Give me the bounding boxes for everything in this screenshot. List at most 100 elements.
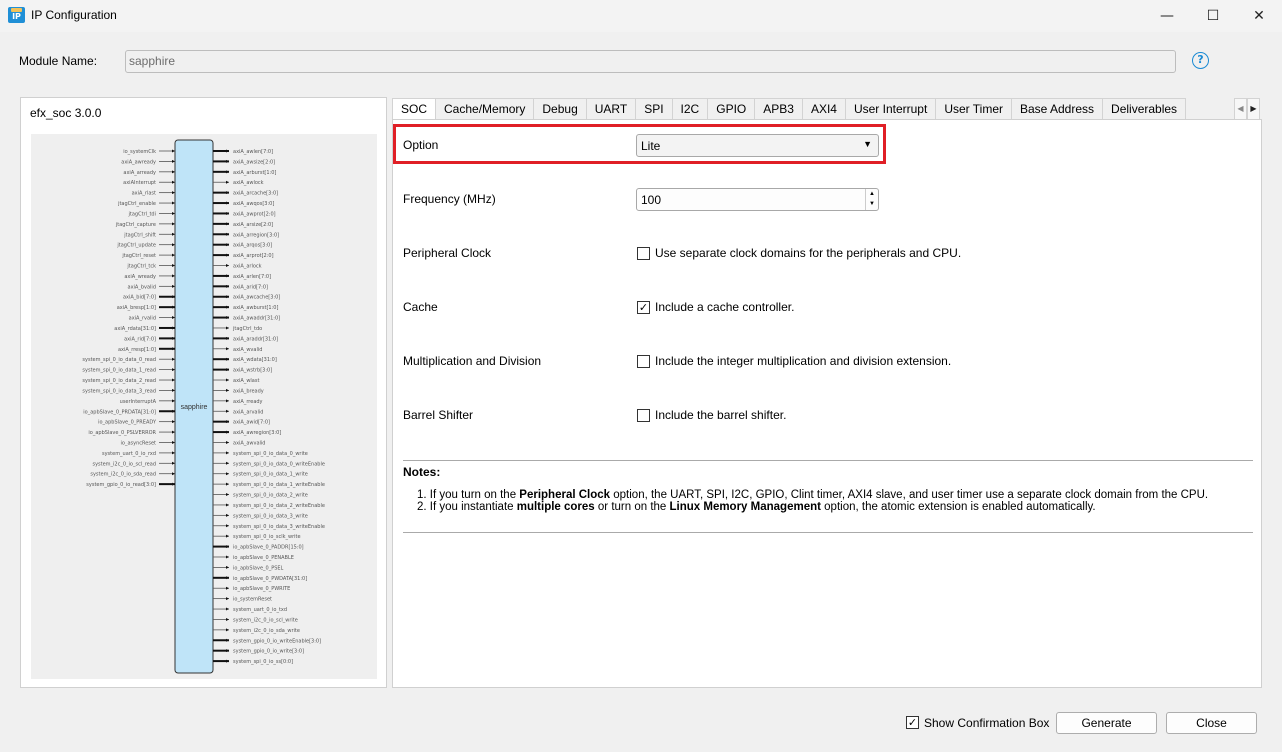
output-pin-label: system_gpio_0_io_writeEnable[3:0] [233,638,321,644]
cache-text: Include a cache controller. [655,300,795,314]
tab-gpio[interactable]: GPIO [707,98,756,120]
note-1: 1. If you turn on the Peripheral Clock o… [417,489,1209,501]
input-pin-label: axiA_wready [124,274,156,280]
pin-arrow-icon [226,628,229,632]
input-pin-label: jtagCtrl_capture [115,222,156,228]
generate-button[interactable]: Generate [1056,712,1157,734]
output-pin-label: axiA_araddr[31:0] [233,336,278,342]
input-pin-label: jtagCtrl_tck [126,264,156,270]
peripheral-clock-checkbox[interactable] [637,247,650,260]
block-diagram: sapphire io_systemClk axiA_awready axiA_ar… [31,134,377,679]
pin-arrow-icon [226,534,229,538]
output-pin-label: system_spi_0_io_data_3_writeEnable [233,524,325,530]
pin-arrow-icon [226,638,229,642]
output-pin-label: axiA_bready [233,388,264,394]
barrel-shifter-checkbox[interactable] [637,409,650,422]
output-pin-label: system_spi_0_io_sclk_write [233,534,301,540]
output-pin-label: axiA_awprot[2:0] [233,211,276,217]
pin-arrow-icon [226,326,229,330]
pin-arrow-icon [226,545,229,549]
input-pin-label: io_systemClk [123,149,156,155]
soc-tab-content: Option Lite ▼ Frequency (MHz) 100 ▲ ▼ Per… [392,119,1262,688]
pin-arrow-icon [226,503,229,507]
minimize-button[interactable]: — [1144,0,1190,32]
close-window-button[interactable]: ✕ [1236,0,1282,32]
frequency-spinbox[interactable]: 100 ▲ ▼ [636,188,879,211]
output-pin-label: axiA_wstrb[3:0] [233,368,272,374]
tab-user-timer[interactable]: User Timer [935,98,1012,120]
output-pin-label: io_apbSlave_0_PWRITE [233,586,290,592]
tab-base-address[interactable]: Base Address [1010,98,1104,120]
title-bar: IP IP Configuration — ☐ ✕ [0,0,1282,32]
notes-title: Notes: [403,465,441,479]
tab-debug[interactable]: Debug [533,98,587,120]
pin-arrow-icon [226,264,229,268]
pin-arrow-icon [226,222,229,226]
input-pin-label: axiA_bvalid [128,284,156,290]
pin-arrow-icon [226,451,229,455]
output-pin-label: axiA_awregion[3:0] [233,430,281,436]
pin-arrow-icon [226,253,229,257]
output-pin-label: axiA_wdata[31:0] [233,357,277,363]
input-pin-label: system_spi_0_io_data_1_read [82,368,156,374]
tab-axi4[interactable]: AXI4 [801,98,846,120]
show-confirmation-checkbox[interactable]: ✓ [906,716,919,729]
pin-arrow-icon [226,180,229,184]
option-value: Lite [641,139,661,153]
window-title: IP Configuration [31,8,117,22]
tab-spi[interactable]: SPI [635,98,673,120]
pin-arrow-icon [226,347,229,351]
tab-deliverables[interactable]: Deliverables [1102,98,1187,120]
output-pin-label: io_apbSlave_0_PSEL [233,565,284,571]
output-pin-label: system_uart_0_io_txd [233,607,287,613]
tab-uart[interactable]: UART [585,98,637,120]
output-pin-label: axiA_arqos[3:0] [233,243,272,249]
option-label: Option [403,138,439,152]
tab-apb3[interactable]: APB3 [754,98,803,120]
input-pin-label: system_spi_0_io_data_3_read [82,388,156,394]
cache-checkbox[interactable]: ✓ [637,301,650,314]
pin-arrow-icon [226,440,229,444]
output-pin-label: system_spi_0_io_data_2_writeEnable [233,503,325,509]
pin-arrow-icon [226,482,229,486]
ip-version-title: efx_soc 3.0.0 [30,106,102,120]
output-pin-label: system_spi_0_io_data_2_write [233,493,308,499]
output-pin-label: system_spi_0_io_ss[0:0] [233,659,293,665]
spin-down-icon[interactable]: ▼ [866,199,878,209]
pin-arrow-icon [226,243,229,247]
output-pin-label: axiA_arregion[3:0] [233,232,279,238]
block-diagram-svg: sapphire io_systemClk axiA_awready axiA_ar… [82,139,325,674]
spin-up-icon[interactable]: ▲ [866,189,878,199]
option-select[interactable]: Lite ▼ [636,134,879,157]
module-name-input[interactable]: sapphire [125,50,1176,73]
output-pin-label: axiA_arvalid [233,409,263,415]
output-pin-label: system_i2c_0_io_scl_write [233,617,298,623]
maximize-button[interactable]: ☐ [1190,0,1236,32]
output-pin-label: axiA_arlen[7:0] [233,274,271,280]
pin-arrow-icon [226,399,229,403]
input-pin-label: jtagCtrl_reset [121,253,156,259]
input-pin-label: io_apbSlave_0_PSLVERROR [88,430,156,436]
tab-scroll-left-icon[interactable]: ◀ [1234,98,1247,120]
app-icon: IP [8,7,25,23]
output-pin-label: axiA_wvalid [233,347,262,353]
output-pin-label: axiA_awid[7:0] [233,420,270,426]
tab-soc[interactable]: SOC [392,98,437,121]
mul-div-checkbox[interactable] [637,355,650,368]
close-button[interactable]: Close [1166,712,1257,734]
pin-arrow-icon [226,378,229,382]
tab-cache-memory[interactable]: Cache/Memory [435,98,535,120]
input-pin-label: system_uart_0_io_rxd [102,451,156,457]
input-pin-label: axiA_arready [123,170,156,176]
cache-label: Cache [403,300,438,314]
pin-arrow-icon [226,284,229,288]
pin-arrow-icon [226,420,229,424]
tab-scroll-right-icon[interactable]: ▶ [1247,98,1260,120]
input-pin-label: axiA_rresp[1:0] [118,347,156,353]
tab-user-interrupt[interactable]: User Interrupt [844,98,937,120]
input-pin-label: system_gpio_0_io_read[3:0] [86,482,156,488]
tab-i2c[interactable]: I2C [671,98,709,120]
module-name-label: Module Name: [19,54,98,68]
input-pin-label: axiA_rid[7:0] [124,336,156,342]
help-icon[interactable]: ? [1192,52,1209,69]
